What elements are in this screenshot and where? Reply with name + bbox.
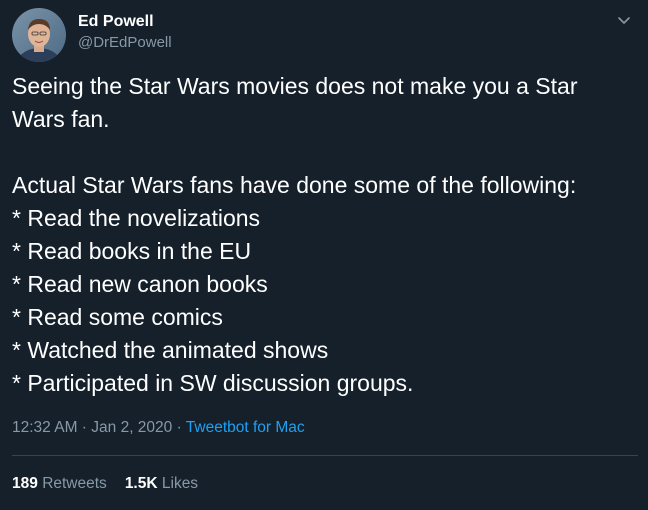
meta-separator: ·: [77, 419, 92, 436]
likes-count: 1.5K: [124, 475, 158, 492]
tweet-list-item: * Watched the animated shows: [12, 337, 329, 363]
tweet-menu-button[interactable]: [614, 10, 634, 30]
retweets-label: Retweets: [42, 475, 107, 492]
tweet-line: Wars fan.: [12, 106, 110, 132]
tweet-list-item: * Read books in the EU: [12, 238, 252, 264]
tweet-list-item: * Read new canon books: [12, 271, 268, 297]
tweet-list-item: * Read some comics: [12, 304, 223, 330]
likes-label: Likes: [161, 475, 199, 492]
user-avatar[interactable]: [12, 8, 66, 62]
author-name[interactable]: Ed Powell: [78, 12, 172, 31]
tweet-time[interactable]: 12:32 AM: [12, 419, 78, 436]
divider: [12, 455, 638, 456]
tweet-list-item: * Read the novelizations: [12, 205, 261, 231]
chevron-down-icon: [618, 17, 630, 24]
tweet-client-link[interactable]: Tweetbot for Mac: [186, 419, 305, 436]
likes-stat[interactable]: 1.5K Likes: [125, 475, 198, 492]
tweet-stats: 189 Retweets 1.5K Likes: [12, 474, 198, 494]
tweet-list-item: * Participated in SW discussion groups.: [12, 370, 414, 396]
user-avatar-photo: [12, 8, 66, 62]
tweet-card: Ed Powell @DrEdPowell Seeing the Star Wa…: [0, 0, 648, 510]
tweet-text: Seeing the Star Wars movies does not mak…: [12, 70, 640, 400]
tweet-line: Actual Star Wars fans have done some of …: [12, 172, 577, 198]
retweets-stat[interactable]: 189 Retweets: [12, 475, 107, 492]
tweet-date[interactable]: Jan 2, 2020: [91, 419, 172, 436]
tweet-line: Seeing the Star Wars movies does not mak…: [12, 73, 578, 99]
author-block[interactable]: Ed Powell @DrEdPowell: [78, 12, 172, 52]
retweets-count: 189: [12, 475, 38, 492]
tweet-meta: 12:32 AM · Jan 2, 2020 · Tweetbot for Ma…: [12, 418, 305, 438]
meta-separator: ·: [172, 419, 186, 436]
author-handle[interactable]: @DrEdPowell: [78, 33, 172, 52]
